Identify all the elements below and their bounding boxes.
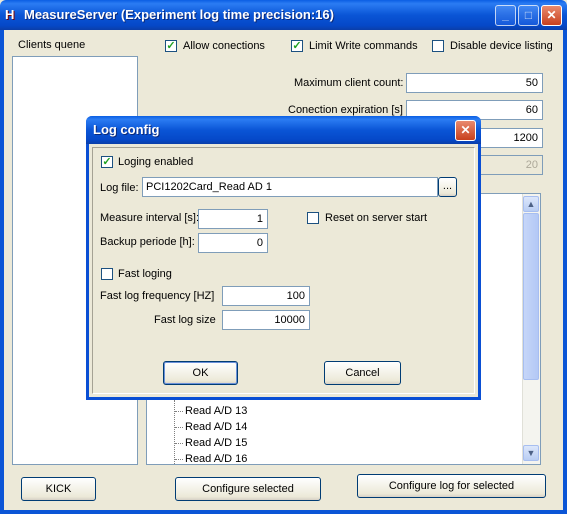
measure-interval-input[interactable]: 1 <box>198 209 268 229</box>
tree-item[interactable]: Read A/D 15 <box>185 437 247 449</box>
fast-log-frequency-label: Fast log frequency [HZ] <box>100 290 215 302</box>
dialog-title: Log config <box>93 122 160 137</box>
expiration-label: Conection expiration [s] <box>288 104 403 116</box>
clients-queue-label: Clients quene <box>18 39 86 51</box>
loging-enabled-label: Loging enabled <box>118 156 194 168</box>
fast-loging-label: Fast loging <box>118 268 172 280</box>
fast-log-size-input[interactable]: 10000 <box>222 310 310 330</box>
tree-item[interactable]: Read A/D 14 <box>185 421 247 433</box>
fast-log-size-label: Fast log size <box>154 314 216 326</box>
fast-loging-checkbox[interactable] <box>101 268 113 280</box>
configure-log-button[interactable]: Configure log for selected <box>357 474 546 498</box>
disable-listing-checkbox[interactable] <box>432 40 444 52</box>
tree-item[interactable]: Read A/D 16 <box>185 453 247 464</box>
limit-write-checkbox[interactable]: ✓ <box>291 40 303 52</box>
reset-on-start-label: Reset on server start <box>325 212 428 224</box>
backup-period-input[interactable]: 0 <box>198 233 268 253</box>
app-icon: H <box>5 7 15 22</box>
scroll-thumb[interactable] <box>523 213 539 380</box>
check-icon: ✓ <box>292 40 302 52</box>
close-button[interactable]: ✕ <box>541 5 562 26</box>
log-file-label: Log file: <box>100 182 139 194</box>
browse-button[interactable]: ... <box>438 177 457 197</box>
ok-button[interactable]: OK <box>163 361 238 385</box>
fast-log-frequency-input[interactable]: 100 <box>222 286 310 306</box>
kick-button[interactable]: KICK <box>21 477 96 501</box>
reset-on-start-checkbox[interactable] <box>307 212 319 224</box>
tree-connector <box>174 400 175 464</box>
cancel-button[interactable]: Cancel <box>324 361 401 385</box>
maximize-button[interactable]: □ <box>518 5 539 26</box>
tree-branch <box>175 411 183 412</box>
minimize-button[interactable]: _ <box>495 5 516 26</box>
dialog-close-button[interactable]: ✕ <box>455 120 476 141</box>
tree-branch <box>175 459 183 460</box>
tree-item[interactable]: Read A/D 13 <box>185 405 247 417</box>
disable-listing-label: Disable device listing <box>450 40 553 52</box>
tree-branch <box>175 427 183 428</box>
check-icon: ✓ <box>102 156 112 168</box>
log-file-input[interactable]: PCI1202Card_Read AD 1 <box>142 177 438 197</box>
measure-interval-label: Measure interval [s]: <box>100 212 200 224</box>
max-clients-label: Maximum client count: <box>294 77 404 89</box>
configure-selected-button[interactable]: Configure selected <box>175 477 321 501</box>
scroll-up-icon[interactable]: ▲ <box>523 196 539 212</box>
max-clients-input[interactable]: 50 <box>406 73 543 93</box>
allow-connections-label: Allow conections <box>183 40 265 52</box>
loging-enabled-checkbox[interactable]: ✓ <box>101 156 113 168</box>
window-title: MeasureServer (Experiment log time preci… <box>24 7 334 22</box>
check-icon: ✓ <box>166 40 176 52</box>
tree-branch <box>175 443 183 444</box>
backup-period-label: Backup periode [h]: <box>100 236 195 248</box>
scroll-down-icon[interactable]: ▼ <box>523 445 539 461</box>
limit-write-label: Limit Write commands <box>309 40 418 52</box>
allow-connections-checkbox[interactable]: ✓ <box>165 40 177 52</box>
